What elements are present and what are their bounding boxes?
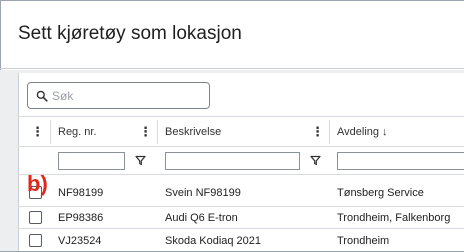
filter-row-bottom-border [18,174,464,175]
column-separator [157,120,158,144]
department-filter-input[interactable] [337,152,464,170]
column-separator [50,120,51,144]
column-header-department[interactable]: Avdeling ↓ [337,126,388,138]
select-column-menu-icon[interactable]: ⋮ [31,125,44,139]
search-icon [36,90,48,102]
table-cell-department: Tønsberg Service [337,187,424,199]
row-divider [18,228,464,229]
row-checkbox[interactable] [29,234,42,247]
table-cell-department: Trondheim [337,235,390,247]
row-divider [18,206,464,207]
filter-icon[interactable] [310,155,321,166]
table-header-bottom-border [18,146,464,147]
table-cell-description: Audi Q6 E-tron [165,212,238,224]
dialog-header: Sett kjøretøy som lokasjon [0,0,464,69]
table-cell-description: Skoda Kodiaq 2021 [165,235,262,247]
table-cell-department: Trondheim, Falkenborg [337,212,451,224]
dialog-title: Sett kjøretøy som lokasjon [18,23,242,44]
column-header-reg[interactable]: Reg. nr. [58,126,97,138]
column-separator [329,120,330,144]
row-checkbox[interactable] [29,211,42,224]
table-header-top-border [18,116,464,117]
reg-column-menu-icon[interactable]: ⋮ [139,125,152,139]
reg-filter-input[interactable] [58,152,125,170]
table-cell-reg: EP98386 [58,212,104,224]
description-filter-input[interactable] [165,152,300,170]
column-header-description[interactable]: Beskrivelse [165,126,221,138]
search-input[interactable] [52,87,202,104]
table-cell-reg: NF98199 [58,187,104,199]
annotation-label: b) [27,171,48,196]
table-cell-description: Svein NF98199 [165,187,241,199]
filter-icon[interactable] [135,155,146,166]
description-column-menu-icon[interactable]: ⋮ [311,125,324,139]
table-cell-reg: VJ23524 [58,235,102,247]
search-box[interactable] [27,82,210,109]
